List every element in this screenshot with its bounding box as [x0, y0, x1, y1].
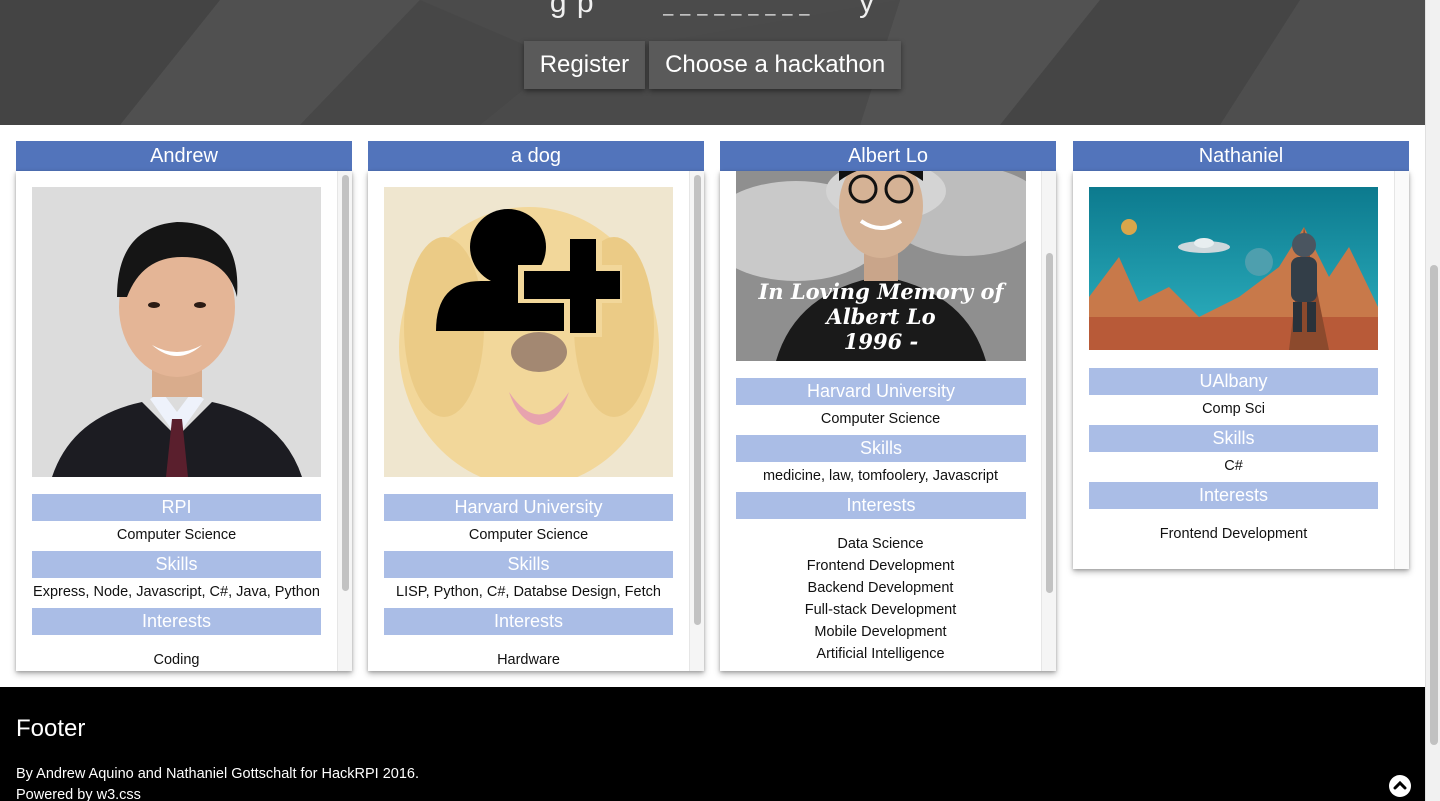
memorial-caption-line1: In Loving Memory of: [758, 279, 1004, 304]
interests-list: Hardware: [368, 649, 689, 671]
profile-photo: [1089, 187, 1378, 350]
interest-item: Backend Development: [807, 580, 954, 596]
skills-text: Express, Node, Javascript, C#, Java, Pyt…: [33, 584, 320, 600]
card-name: a dog: [368, 141, 704, 171]
card-body[interactable]: RPI Computer Science Skills Express, Nod…: [16, 171, 352, 671]
profile-card-nathaniel: Nathaniel UAlbany Comp Sci Skills C# Int…: [1073, 141, 1409, 569]
interest-item: Mobile Development: [814, 624, 947, 640]
choose-hackathon-button[interactable]: Choose a hackathon: [649, 41, 902, 89]
footer-title: Footer: [16, 715, 86, 742]
card-body[interactable]: In Loving Memory of Albert Lo 1996 - Har…: [720, 171, 1056, 671]
interest-item: Artificial Intelligence: [816, 646, 945, 662]
card-scrollbar[interactable]: [1394, 171, 1409, 569]
interest-item: Hardware: [497, 652, 560, 668]
interests-heading: Interests: [736, 492, 1026, 519]
interests-list: Data Science Frontend Development Backen…: [720, 533, 1041, 665]
profile-photo: [32, 187, 321, 477]
chevron-up-icon[interactable]: [1389, 775, 1411, 797]
interests-heading: Interests: [384, 608, 673, 635]
profile-cards: Andrew RPI Computer Science Skills Expre…: [16, 141, 1409, 671]
interests-list: Coding: [16, 649, 337, 671]
memorial-caption-line3: 1996 -: [843, 329, 919, 354]
profile-card-a-dog: a dog Harvard University Computer Scienc…: [368, 141, 704, 671]
profile-photo: In Loving Memory of Albert Lo 1996 -: [736, 171, 1026, 361]
major-text: Comp Sci: [1202, 401, 1265, 417]
skills-text: LISP, Python, C#, Databse Design, Fetch: [396, 584, 661, 600]
register-button[interactable]: Register: [523, 41, 646, 89]
profile-photo: [384, 187, 673, 477]
skills-heading: Skills: [736, 435, 1026, 462]
card-body[interactable]: UAlbany Comp Sci Skills C# Interests Fro…: [1073, 171, 1409, 569]
card-name: Albert Lo: [720, 141, 1056, 171]
interest-item: Frontend Development: [806, 558, 955, 574]
tagline-blank: _ _ _ _ _ _ _ _ _: [663, 0, 811, 16]
interest-item: Coding: [153, 652, 200, 668]
major-text: Computer Science: [468, 527, 589, 543]
hero-banner: g p _ _ _ _ _ _ _ _ _ y Register Choose …: [0, 0, 1425, 125]
add-user-icon[interactable]: [436, 199, 626, 339]
card-scrollbar[interactable]: [337, 171, 352, 671]
major-text: Computer Science: [820, 411, 941, 427]
card-body[interactable]: Harvard University Computer Science Skil…: [368, 171, 704, 671]
card-name: Andrew: [16, 141, 352, 171]
profile-card-albert-lo: Albert Lo In Loving Memory of Albert Lo …: [720, 141, 1056, 671]
school-label: UAlbany: [1089, 368, 1378, 395]
interest-item: Data Science: [837, 536, 924, 552]
card-scrollbar[interactable]: [689, 171, 704, 671]
footer-powered: Powered by w3.css: [16, 787, 141, 801]
hero-tagline: g p _ _ _ _ _ _ _ _ _ y: [0, 0, 1425, 20]
interest-item: Full-stack Development: [804, 602, 957, 618]
major-text: Computer Science: [116, 527, 237, 543]
school-label: RPI: [32, 494, 321, 521]
card-name: Nathaniel: [1073, 141, 1409, 171]
tagline-left: g p: [549, 0, 595, 19]
skills-text: medicine, law, tomfoolery, Javascript: [762, 468, 999, 484]
card-scrollbar[interactable]: [1041, 171, 1056, 671]
interests-heading: Interests: [32, 608, 321, 635]
school-label: Harvard University: [736, 378, 1026, 405]
skills-heading: Skills: [384, 551, 673, 578]
interests-heading: Interests: [1089, 482, 1378, 509]
tagline-right: y: [859, 0, 876, 19]
footer-credit: By Andrew Aquino and Nathaniel Gottschal…: [16, 766, 420, 782]
page-scrollbar[interactable]: [1425, 0, 1440, 801]
skills-heading: Skills: [1089, 425, 1378, 452]
interest-item: Frontend Development: [1159, 526, 1308, 542]
school-label: Harvard University: [384, 494, 673, 521]
profile-card-andrew: Andrew RPI Computer Science Skills Expre…: [16, 141, 352, 671]
footer: Footer By Andrew Aquino and Nathaniel Go…: [0, 687, 1425, 801]
interests-list: Frontend Development: [1073, 523, 1394, 545]
skills-heading: Skills: [32, 551, 321, 578]
hero-buttons: Register Choose a hackathon: [0, 41, 1425, 89]
memorial-caption-line2: Albert Lo: [826, 304, 936, 329]
skills-text: C#: [1224, 458, 1243, 474]
